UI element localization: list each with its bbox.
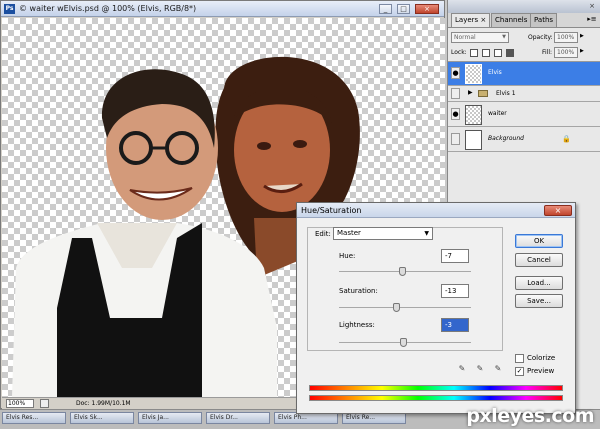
edit-label: Edit: (315, 230, 331, 238)
eye-icon[interactable]: ● (451, 67, 460, 79)
doc-size[interactable]: Doc: 1.99M/10.1M (76, 399, 131, 408)
chevron-right-icon[interactable]: ▶ (580, 33, 584, 39)
hue-label: Hue: (339, 252, 356, 260)
minimized-document[interactable]: Elvis Ja... (138, 412, 202, 424)
eye-icon[interactable]: ● (451, 108, 460, 120)
lock-image-icon[interactable] (482, 49, 490, 57)
edit-channel-select[interactable]: Master ▼ (333, 227, 433, 240)
layer-name: Background (488, 135, 524, 142)
photoshop-icon: Ps (4, 4, 15, 14)
visibility-toggle[interactable] (451, 133, 460, 145)
opacity-field[interactable]: 100% (554, 32, 578, 43)
saturation-slider-track[interactable] (339, 307, 471, 308)
layer-name: waiter (488, 110, 507, 117)
minimized-document[interactable]: Elvis Sk... (70, 412, 134, 424)
load-button[interactable]: Load... (515, 276, 563, 290)
blend-mode-select[interactable]: Normal ▼ (451, 32, 509, 43)
cancel-button[interactable]: Cancel (515, 253, 563, 267)
layer-name: Elvis (488, 69, 502, 76)
color-spectrum-top (309, 385, 563, 391)
lightness-value-field[interactable]: -3 (441, 318, 469, 332)
tab-channels[interactable]: Channels (491, 13, 532, 27)
saturation-value-field[interactable]: -13 (441, 284, 469, 298)
lightness-slider-thumb[interactable] (399, 338, 407, 347)
eyedropper-icon[interactable]: ✎ (457, 364, 467, 374)
watermark: pxleyes.com (466, 405, 594, 427)
colorize-checkbox[interactable] (515, 354, 524, 363)
saturation-label: Saturation: (339, 287, 378, 295)
lock-label: Lock: (451, 49, 467, 56)
ok-button[interactable]: OK (515, 234, 563, 248)
chevron-right-icon[interactable]: ▶ (580, 48, 584, 54)
layer-row-elvis-group[interactable]: ▶ Elvis 1 (448, 86, 600, 102)
expand-arrow-icon[interactable]: ▶ (468, 89, 473, 96)
layer-thumbnail (465, 130, 482, 150)
visibility-toggle[interactable] (451, 88, 460, 99)
dialog-title-bar[interactable]: Hue/Saturation × (297, 203, 575, 218)
document-title-bar[interactable]: Ps © waiter wElvis.psd @ 100% (Elvis, RG… (1, 1, 444, 17)
eyedropper-minus-icon[interactable]: ✎ (493, 364, 503, 374)
layer-thumbnail (465, 105, 482, 125)
tab-paths[interactable]: Paths (530, 13, 558, 27)
hue-saturation-dialog: Hue/Saturation × Edit: Master ▼ Hue: -7 … (296, 202, 576, 414)
minimized-document[interactable]: Elvis Dr... (206, 412, 270, 424)
colorize-label: Colorize (527, 354, 556, 362)
minimized-document[interactable]: Elvis Res... (2, 412, 66, 424)
dialog-title: Hue/Saturation (301, 206, 362, 215)
close-icon[interactable]: × (587, 2, 597, 11)
color-spectrum-bottom (309, 395, 563, 401)
saturation-slider-thumb[interactable] (392, 303, 400, 312)
layer-name: Elvis 1 (496, 90, 516, 97)
document-title: © waiter wElvis.psd @ 100% (Elvis, RGB/8… (19, 4, 197, 13)
tab-layers[interactable]: Layers × (451, 13, 491, 27)
lock-all-icon[interactable] (506, 49, 514, 57)
chevron-down-icon: ▼ (502, 34, 506, 40)
lightness-label: Lightness: (339, 321, 375, 329)
adjustment-group (307, 227, 503, 351)
maximize-icon[interactable]: □ (397, 4, 410, 14)
hue-value-field[interactable]: -7 (441, 249, 469, 263)
fill-label: Fill: (542, 49, 553, 56)
folder-icon (478, 90, 488, 97)
zoom-field[interactable]: 100% (6, 399, 34, 408)
layer-row-elvis[interactable]: ● Elvis (448, 62, 600, 86)
lock-position-icon[interactable] (494, 49, 502, 57)
panel-title-bar[interactable]: × (448, 0, 600, 13)
preview-checkbox[interactable]: ✓ (515, 367, 524, 376)
blend-mode-value: Normal (454, 34, 476, 41)
close-icon[interactable]: × (544, 205, 572, 216)
panel-menu-icon[interactable]: ▸≡ (587, 14, 597, 25)
minimize-icon[interactable]: _ (379, 4, 392, 14)
layer-row-background[interactable]: Background 🔒 (448, 128, 600, 152)
close-icon[interactable]: × (415, 4, 439, 14)
chevron-down-icon: ▼ (424, 230, 429, 237)
edit-value: Master (337, 229, 361, 237)
preview-label: Preview (527, 367, 555, 375)
lock-icon: 🔒 (562, 135, 571, 143)
eyedropper-plus-icon[interactable]: ✎ (475, 364, 485, 374)
layer-row-waiter[interactable]: ● waiter (448, 103, 600, 127)
save-button[interactable]: Save... (515, 294, 563, 308)
layer-thumbnail (465, 64, 482, 84)
lock-transparent-icon[interactable] (470, 49, 478, 57)
fill-field[interactable]: 100% (554, 47, 578, 58)
opacity-label: Opacity: (528, 34, 553, 41)
status-menu-icon[interactable] (40, 399, 49, 408)
hue-slider-thumb[interactable] (398, 267, 406, 276)
